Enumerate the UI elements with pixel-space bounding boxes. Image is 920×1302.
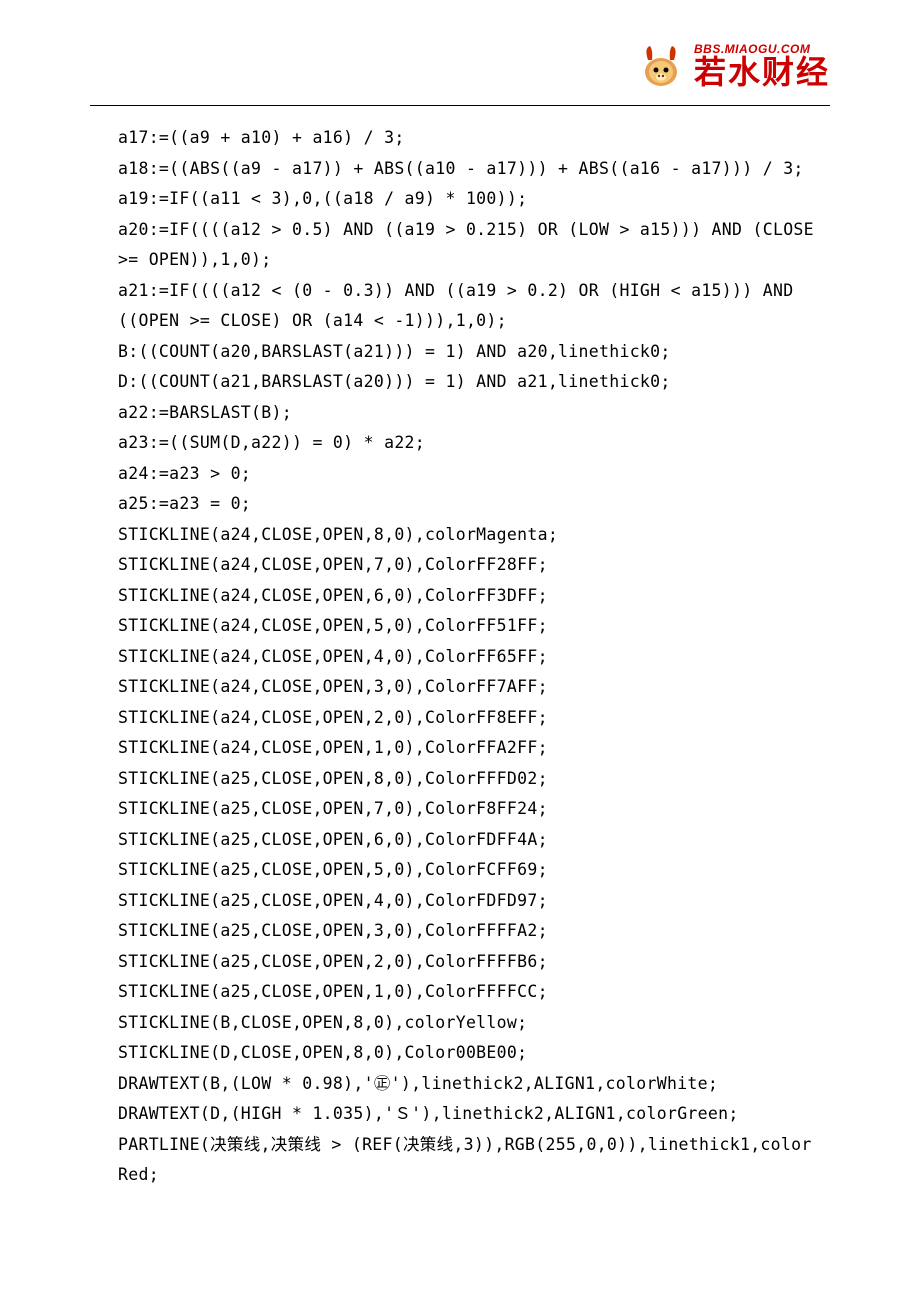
header-divider: [90, 105, 830, 106]
brand-header: BBS.MIAOGU.COM 若水财经: [636, 40, 830, 90]
code-content: a17:=((a9 + a10) + a16) / 3; a18:=((ABS(…: [118, 123, 820, 1191]
brand-text-block: BBS.MIAOGU.COM 若水财经: [694, 42, 830, 88]
brand-name: 若水财经: [694, 56, 830, 88]
mascot-icon: [636, 40, 686, 90]
